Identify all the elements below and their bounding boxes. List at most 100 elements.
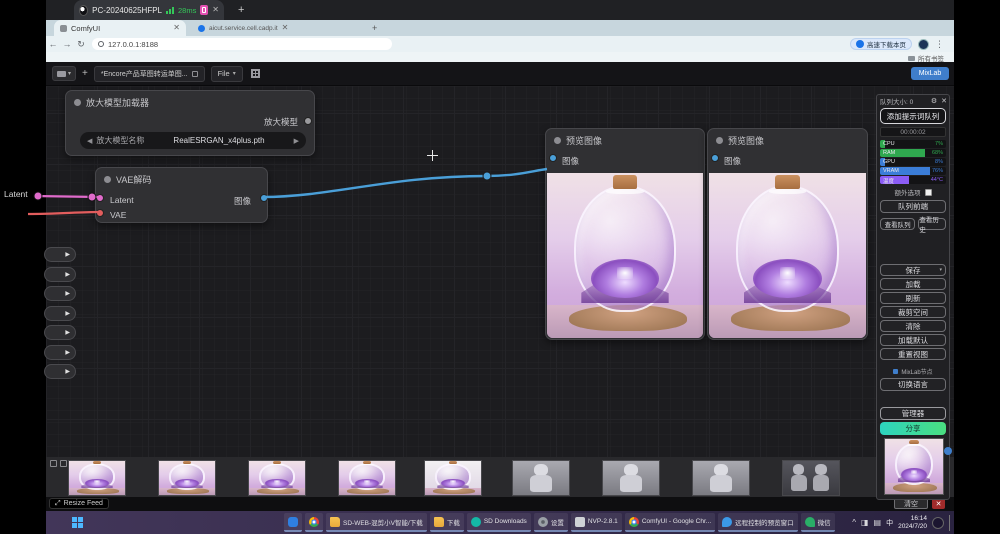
download-accelerator-button[interactable]: 高速下载本页 bbox=[850, 38, 912, 50]
taskbar-clock[interactable]: 16:14 2024/7/20 bbox=[898, 515, 927, 530]
workflow-edit-icon[interactable] bbox=[192, 71, 198, 77]
view-queue-button[interactable]: 查看队列 bbox=[880, 218, 915, 230]
feed-sort-icon[interactable] bbox=[60, 460, 67, 467]
workflow-tab[interactable]: *Encore产品草图转运单图... bbox=[94, 66, 205, 82]
browser-menu-icon[interactable]: ⋮ bbox=[935, 39, 944, 50]
taskbar-item[interactable] bbox=[284, 513, 302, 532]
resize-feed-button[interactable]: ⤢ Resize Feed bbox=[49, 498, 109, 509]
forward-icon[interactable]: → bbox=[60, 39, 74, 49]
taskbar-item-NVP-2.8.1[interactable]: NVP-2.8.1 bbox=[571, 513, 622, 532]
sidebar-button-加载默认[interactable]: 加载默认 bbox=[880, 334, 946, 346]
feed-thumbnail[interactable] bbox=[424, 460, 482, 496]
feed-thumbnail[interactable] bbox=[512, 460, 570, 496]
model-name-widget[interactable]: ◀ 放大模型名称 RealESRGAN_x4plus.pth ▶ bbox=[80, 132, 306, 149]
new-workflow-button[interactable]: + bbox=[82, 68, 88, 79]
show-desktop-button[interactable] bbox=[949, 515, 951, 531]
output-dot[interactable] bbox=[304, 117, 312, 125]
taskbar-item[interactable] bbox=[305, 513, 323, 532]
latent-input-dot[interactable] bbox=[96, 194, 104, 202]
close-tab-icon[interactable]: ✕ bbox=[173, 24, 180, 32]
collapsed-node-stub[interactable]: ▶ bbox=[44, 306, 76, 321]
sidebar-button-刷新[interactable]: 刷新 bbox=[880, 292, 946, 304]
browser-new-tab-button[interactable]: + bbox=[372, 23, 377, 33]
node-collapse-dot[interactable] bbox=[74, 99, 81, 106]
ime-indicator[interactable]: 中 bbox=[886, 518, 893, 528]
remote-pink-badge-icon[interactable] bbox=[200, 5, 208, 15]
queue-front-button[interactable]: 队列前端 bbox=[880, 200, 946, 213]
network-icon[interactable]: ▤ bbox=[874, 518, 882, 527]
collapsed-node-stub[interactable]: ▶ bbox=[44, 247, 76, 262]
browser-tab-comfyui[interactable]: ComfyUI ✕ bbox=[54, 20, 186, 36]
sidebar-button-重置视图[interactable]: 重置视图 bbox=[880, 348, 946, 360]
reload-icon[interactable]: ↻ bbox=[74, 39, 88, 50]
address-bar[interactable]: 127.0.0.1:8188 bbox=[92, 38, 392, 50]
extra-options-row[interactable]: 额外选项 bbox=[880, 187, 946, 197]
site-info-icon[interactable] bbox=[98, 41, 104, 47]
taskbar-item-设置[interactable]: 设置 bbox=[534, 513, 568, 532]
back-icon[interactable]: ← bbox=[46, 39, 60, 49]
sidebar-button-加载[interactable]: 加载 bbox=[880, 278, 946, 290]
share-button[interactable]: 分享 bbox=[880, 422, 946, 435]
taskbar-item-微信[interactable]: 微信 bbox=[801, 513, 835, 532]
feed-thumbnail[interactable] bbox=[158, 460, 216, 496]
notification-center-icon[interactable] bbox=[932, 517, 944, 529]
browser-tab-other[interactable]: aicut.service.cell.cadp.it ✕ bbox=[192, 20, 362, 36]
prev-value-icon[interactable]: ◀ bbox=[87, 137, 92, 145]
remote-session-tab[interactable]: PC-20240625HFPL 28ms ✕ bbox=[74, 0, 224, 20]
taskbar-item-SD-WEB-混剪小V智能/下载[interactable]: SD-WEB-混剪小V智能/下载 bbox=[326, 513, 427, 532]
collapsed-node-stub[interactable]: ▶ bbox=[44, 286, 76, 301]
workflow-folder-button[interactable]: ▾ bbox=[52, 66, 76, 81]
taskbar-item-ComfyUI - Google Chr...[interactable]: ComfyUI - Google Chr... bbox=[625, 513, 715, 532]
node-header[interactable]: 预览图像 bbox=[708, 129, 867, 150]
profile-avatar[interactable] bbox=[918, 39, 929, 50]
mixlab-button[interactable]: MixLab bbox=[911, 67, 949, 80]
view-history-button[interactable]: 查看历史 bbox=[918, 218, 946, 230]
taskbar-item-远程控制的预览窗口[interactable]: 远程控制的预览窗口 bbox=[718, 513, 798, 532]
close-tab-icon[interactable]: ✕ bbox=[282, 24, 289, 32]
start-button-icon[interactable] bbox=[72, 517, 83, 528]
last-generation-thumbnail[interactable] bbox=[884, 438, 944, 495]
manager-button[interactable]: 管理器 bbox=[880, 407, 946, 420]
queue-prompt-button[interactable]: 添加提示词队列 bbox=[880, 108, 946, 124]
remote-new-tab-button[interactable]: + bbox=[238, 4, 244, 16]
node-collapse-dot[interactable] bbox=[554, 137, 561, 144]
sidebar-button-裁剪空间[interactable]: 裁剪空间 bbox=[880, 306, 946, 318]
vae-input-dot[interactable] bbox=[96, 209, 104, 217]
node-collapse-dot[interactable] bbox=[716, 137, 723, 144]
switch-language-button[interactable]: 切换语言 bbox=[880, 378, 946, 391]
node-vae-decode[interactable]: VAE解码 Latent VAE 图像 bbox=[95, 167, 268, 223]
node-header[interactable]: VAE解码 bbox=[96, 168, 267, 189]
taskbar-item-下载[interactable]: 下载 bbox=[430, 513, 464, 532]
mixlab-toggle-row[interactable]: MixLab节点 bbox=[880, 367, 946, 376]
collapsed-node-stub[interactable]: ▶ bbox=[44, 325, 76, 340]
image-input-dot[interactable] bbox=[549, 154, 557, 162]
node-collapse-dot[interactable] bbox=[104, 176, 111, 183]
file-menu-button[interactable]: File ▾ bbox=[211, 66, 243, 82]
image-output-dot[interactable] bbox=[260, 194, 268, 202]
feed-thumbnail[interactable] bbox=[692, 460, 750, 496]
sidebar-button-保存[interactable]: 保存▾ bbox=[880, 264, 946, 276]
feed-thumbnail[interactable] bbox=[248, 460, 306, 496]
node-header[interactable]: 放大模型加载器 bbox=[66, 91, 314, 112]
notification-dot[interactable] bbox=[944, 447, 952, 455]
feed-thumbnail[interactable] bbox=[338, 460, 396, 496]
node-upscale-model-loader[interactable]: 放大模型加载器 放大模型 ◀ 放大模型名称 RealESRGAN_x4plus.… bbox=[65, 90, 315, 156]
collapsed-node-stub[interactable]: ▶ bbox=[44, 267, 76, 282]
node-preview-image-1[interactable]: 预览图像 图像 bbox=[545, 128, 705, 340]
next-value-icon[interactable]: ▶ bbox=[294, 137, 299, 145]
collapsed-node-stub[interactable]: ▶ bbox=[44, 345, 76, 360]
volume-icon[interactable]: ◨ bbox=[861, 518, 869, 527]
close-session-icon[interactable]: ✕ bbox=[212, 6, 219, 14]
sidebar-button-清除[interactable]: 清除 bbox=[880, 320, 946, 332]
feed-mini-controls[interactable] bbox=[50, 460, 67, 467]
tray-expand-icon[interactable]: ^ bbox=[852, 518, 856, 527]
taskbar-item-SD Downloads[interactable]: SD Downloads bbox=[467, 513, 531, 532]
extra-options-checkbox[interactable] bbox=[925, 189, 932, 196]
grid-view-icon[interactable] bbox=[251, 69, 260, 78]
image-input-dot[interactable] bbox=[711, 154, 719, 162]
gear-icon[interactable]: ⚙ bbox=[931, 97, 937, 105]
feed-toggle-icon[interactable] bbox=[50, 460, 57, 467]
feed-thumbnail[interactable] bbox=[782, 460, 840, 496]
feed-thumbnail[interactable] bbox=[68, 460, 126, 496]
comfyui-canvas[interactable]: ▾ + *Encore产品草图转运单图... File ▾ MixLab ▶ ▶ ▶… bbox=[46, 62, 954, 511]
